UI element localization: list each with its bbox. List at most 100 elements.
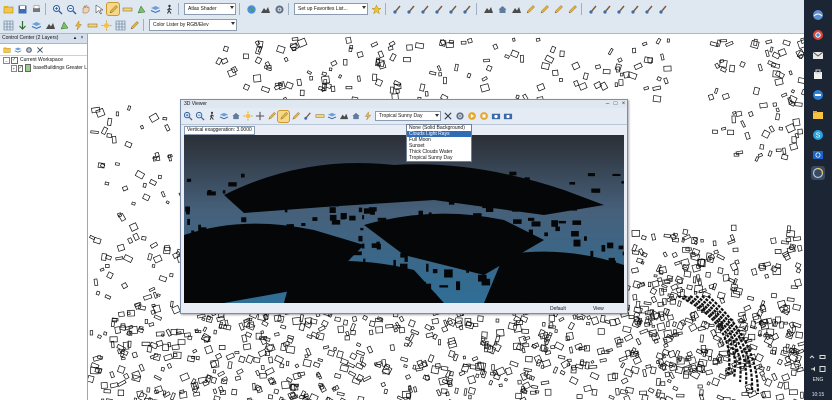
layer-options-button[interactable]	[24, 45, 33, 54]
shader-select[interactable]: Atlas Shader	[184, 3, 236, 15]
profile-button[interactable]	[86, 19, 98, 31]
chrome-icon[interactable]	[811, 28, 825, 42]
layers-button[interactable]	[30, 19, 42, 31]
collapse-icon[interactable]: –	[3, 56, 10, 64]
maximize-icon[interactable]: □	[612, 100, 619, 108]
global-mapper-icon[interactable]	[811, 166, 825, 180]
language-indicator[interactable]: ENG	[804, 377, 832, 383]
close-icon[interactable]: ×	[79, 35, 85, 41]
globe-button[interactable]	[245, 3, 257, 15]
paint-tool-button[interactable]	[461, 3, 473, 15]
path-button[interactable]	[163, 3, 175, 15]
store-icon[interactable]	[811, 68, 825, 82]
configure-button[interactable]	[273, 3, 285, 15]
explorer-icon[interactable]	[811, 108, 825, 122]
chevron-down-icon[interactable]	[231, 22, 235, 25]
rotate-button[interactable]	[218, 111, 229, 122]
viewer-title-bar[interactable]: 3D Viewer – □ ×	[181, 100, 627, 108]
paint-button[interactable]	[290, 111, 301, 122]
paint-tool-button[interactable]	[391, 3, 403, 15]
record-button[interactable]	[466, 111, 477, 122]
chevron-down-icon[interactable]	[230, 6, 234, 9]
layer-add-button[interactable]	[13, 45, 22, 54]
notification-icon[interactable]	[819, 362, 826, 376]
lidar-button[interactable]	[58, 19, 70, 31]
options-button[interactable]	[454, 111, 465, 122]
layer-open-button[interactable]	[2, 45, 11, 54]
edit-tool-button[interactable]	[615, 3, 627, 15]
edit-tool-button[interactable]	[643, 3, 655, 15]
terrain-button[interactable]	[338, 111, 349, 122]
lighting-select[interactable]: Tropical Sunny Day	[375, 111, 441, 121]
layer-node[interactable]: + baseBuildings Greater L	[0, 64, 87, 72]
app-icon-gm[interactable]	[811, 8, 825, 22]
edge-icon[interactable]	[811, 88, 825, 102]
photo-button[interactable]	[502, 111, 513, 122]
paint-tool-button[interactable]	[419, 3, 431, 15]
mail-icon[interactable]	[811, 48, 825, 62]
pen-tool-button[interactable]	[538, 3, 550, 15]
volume-button[interactable]	[510, 3, 522, 15]
paint-tool-button[interactable]	[433, 3, 445, 15]
light-button[interactable]	[242, 111, 253, 122]
workspace-checkbox[interactable]	[11, 56, 18, 64]
workspace-node[interactable]: – Current Workspace	[0, 56, 87, 64]
close-tool-button[interactable]	[442, 111, 453, 122]
edit-tool-button[interactable]	[629, 3, 641, 15]
contour-button[interactable]	[114, 19, 126, 31]
layer-close-button[interactable]	[35, 45, 44, 54]
cross-button[interactable]	[254, 111, 265, 122]
grid-button[interactable]	[2, 19, 14, 31]
feature-button[interactable]	[128, 19, 140, 31]
select-button[interactable]	[93, 3, 105, 15]
flash-button[interactable]	[362, 111, 373, 122]
speaker-icon[interactable]	[810, 362, 817, 376]
terrain-3d-scene[interactable]	[184, 135, 624, 303]
minimize-icon[interactable]: –	[604, 100, 611, 108]
raster-button[interactable]	[44, 19, 56, 31]
zoom-out-button[interactable]	[194, 111, 205, 122]
measure-button[interactable]	[314, 111, 325, 122]
download-button[interactable]	[16, 19, 28, 31]
cloud-button[interactable]	[326, 111, 337, 122]
zoom-in-button[interactable]	[51, 3, 63, 15]
clock[interactable]: 10:15	[804, 392, 832, 398]
expand-icon[interactable]: +	[11, 64, 17, 72]
chevron-down-icon[interactable]	[435, 114, 439, 117]
pen-tool-button[interactable]	[524, 3, 536, 15]
color-lister-select[interactable]: Color Lister by RGB/Elev	[149, 19, 237, 31]
save-button[interactable]	[16, 3, 28, 15]
favorite-button[interactable]	[370, 3, 382, 15]
digitizer-button[interactable]	[106, 2, 120, 16]
fill-button[interactable]	[302, 111, 313, 122]
pen-tool-button[interactable]	[566, 3, 578, 15]
terrain-button[interactable]	[482, 3, 494, 15]
view-3d-button[interactable]	[259, 3, 271, 15]
home-button[interactable]	[230, 111, 241, 122]
building-button[interactable]	[496, 3, 508, 15]
edit-tool-button[interactable]	[587, 3, 599, 15]
zoom-out-button[interactable]	[65, 3, 77, 15]
points-button[interactable]	[72, 19, 84, 31]
edit-tool-button[interactable]	[657, 3, 669, 15]
print-button[interactable]	[30, 3, 42, 15]
edit-tool-button[interactable]	[601, 3, 613, 15]
building-button[interactable]	[350, 111, 361, 122]
measure-button[interactable]	[121, 3, 133, 15]
layer-checkbox[interactable]	[17, 64, 24, 72]
walk-button[interactable]	[206, 111, 217, 122]
close-icon[interactable]: ×	[620, 100, 627, 108]
snapshot-button[interactable]	[490, 111, 501, 122]
paint-tool-button[interactable]	[405, 3, 417, 15]
pick-button[interactable]	[266, 111, 277, 122]
draw-button[interactable]	[277, 109, 290, 123]
paint-tool-button[interactable]	[447, 3, 459, 15]
stop-button[interactable]	[478, 111, 489, 122]
zoom-in-button[interactable]	[182, 111, 193, 122]
pin-icon[interactable]: ▴	[72, 35, 78, 41]
shape-button[interactable]	[135, 3, 147, 15]
pen-tool-button[interactable]	[552, 3, 564, 15]
lighting-option[interactable]: Tropical Sunny Day	[407, 155, 471, 161]
chevron-down-icon[interactable]	[362, 6, 366, 9]
open-button[interactable]	[2, 3, 14, 15]
